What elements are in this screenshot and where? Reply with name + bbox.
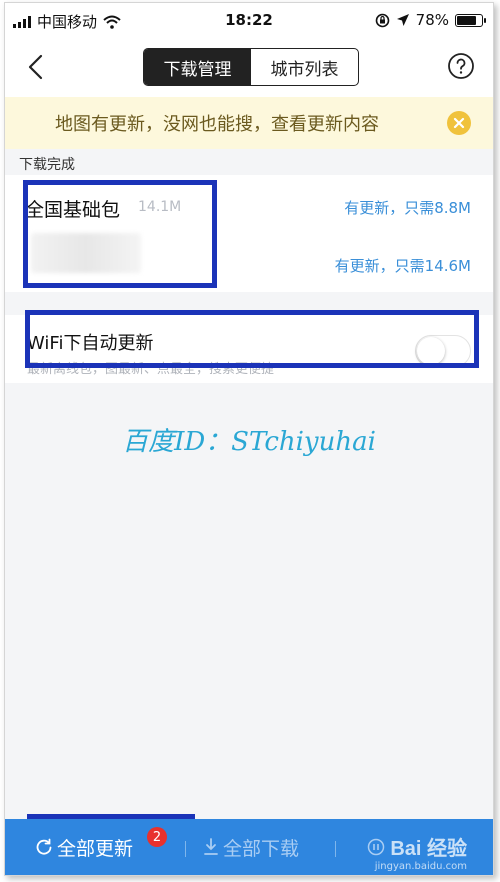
package-card[interactable]: 全国基础包 14.1M 有更新，只需8.8M 有更新，只需14.6M <box>5 175 493 292</box>
tab-city-list[interactable]: 城市列表 <box>251 49 358 85</box>
update-banner[interactable]: 地图有更新，没网也能搜，查看更新内容 <box>5 97 493 149</box>
update-all-label: 全部更新 <box>57 837 134 860</box>
watermark-text: 百度ID：STchiyuhai <box>122 427 376 457</box>
baidu-jingyan-url: jingyan.baidu.com <box>374 861 467 872</box>
battery-percent: 78% <box>415 11 449 29</box>
orientation-lock-icon <box>375 13 389 27</box>
battery-fill <box>457 15 476 25</box>
refresh-icon <box>36 838 52 855</box>
download-icon <box>204 838 218 855</box>
banner-text[interactable]: 地图有更新，没网也能搜，查看更新内容 <box>55 110 379 136</box>
package-name: 全国基础包 <box>25 199 121 221</box>
wifi-auto-update-toggle[interactable] <box>415 335 471 367</box>
baidu-jingyan-logo: Bai 经验 <box>390 838 467 860</box>
bottom-bar: 全部更新 2 全部下载 Bai 经验 jingyan.baidu.com <box>5 819 493 875</box>
download-all-label: 全部下载 <box>223 837 300 860</box>
pause-icon <box>367 838 385 856</box>
wifi-auto-update-row: WiFi下自动更新 最新离线包，图最新、点最全，搜索更便捷 <box>5 315 493 383</box>
package-size: 14.1M <box>138 199 182 215</box>
wifi-title: WiFi下自动更新 <box>27 333 154 354</box>
wifi-description: 最新离线包，图最新、点最全，搜索更便捷 <box>27 362 275 377</box>
banner-close-icon[interactable] <box>447 111 471 135</box>
section-label: 下载完成 <box>19 157 75 173</box>
update-count-badge: 2 <box>147 827 167 847</box>
bottom-divider <box>185 841 186 857</box>
status-bar: 中国移动 18:22 78% <box>5 3 493 37</box>
phone-screen: 中国移动 18:22 78% 下载管理 城市列表 地图有更新，没网也能搜，查看更… <box>4 2 494 876</box>
bottom-divider <box>335 841 336 857</box>
toggle-knob <box>417 337 445 365</box>
battery-icon <box>455 13 486 27</box>
back-chevron-icon[interactable] <box>23 53 51 81</box>
status-right: 78% <box>375 11 486 29</box>
nav-bar: 下载管理 城市列表 <box>5 37 493 97</box>
help-icon[interactable] <box>447 52 475 80</box>
tab-download-manager[interactable]: 下载管理 <box>144 49 251 85</box>
download-all-button[interactable]: 全部下载 <box>203 819 299 875</box>
update-link-second[interactable]: 有更新，只需14.6M <box>335 255 471 276</box>
location-arrow-icon <box>396 14 409 26</box>
blurred-package-entry <box>31 233 141 273</box>
segmented-control: 下载管理 城市列表 <box>143 48 359 86</box>
update-link-basic[interactable]: 有更新，只需8.8M <box>344 197 471 218</box>
update-all-button[interactable]: 全部更新 <box>35 819 133 875</box>
